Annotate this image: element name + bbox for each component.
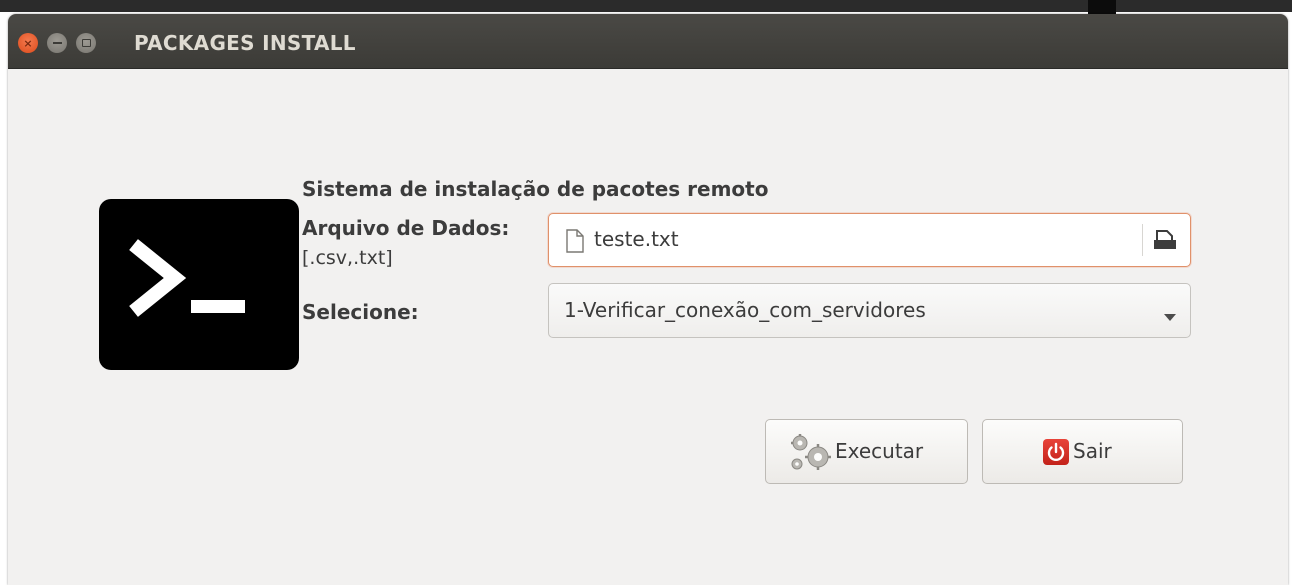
file-label: Arquivo de Dados:: [302, 216, 510, 240]
window-title: PACKAGES INSTALL: [134, 31, 356, 55]
select-label: Selecione:: [302, 300, 419, 324]
folder-open-icon[interactable]: [1152, 228, 1178, 252]
file-icon: [564, 228, 586, 254]
desktop-background-accent: [1088, 0, 1116, 14]
window-maximize-button[interactable]: [76, 33, 96, 53]
select-value: 1-Verificar_conexão_com_servidores: [564, 298, 926, 322]
action-select[interactable]: 1-Verificar_conexão_com_servidores: [548, 283, 1191, 338]
window-titlebar[interactable]: × PACKAGES INSTALL: [8, 14, 1288, 69]
file-extension-hint: [.csv,.txt]: [302, 247, 393, 269]
close-icon: ×: [23, 36, 33, 50]
maximize-icon: [81, 39, 91, 47]
terminal-prompt-icon: [99, 199, 299, 370]
executar-button[interactable]: Executar: [765, 419, 968, 484]
form-heading: Sistema de instalação de pacotes remoto: [302, 177, 769, 201]
app-window: × PACKAGES INSTALL Sistema de instalação…: [8, 14, 1288, 585]
power-icon: [1043, 439, 1069, 465]
minimize-icon: [52, 42, 62, 44]
window-minimize-button[interactable]: [47, 33, 67, 53]
window-close-button[interactable]: ×: [18, 33, 38, 53]
chooser-separator: [1142, 224, 1143, 256]
chevron-down-icon: [1164, 307, 1176, 321]
selected-file-name: teste.txt: [594, 227, 679, 251]
file-chooser-button[interactable]: teste.txt: [548, 213, 1191, 267]
gears-icon: [788, 433, 832, 473]
executar-label: Executar: [835, 439, 924, 463]
sair-label: Sair: [1073, 439, 1112, 463]
sair-button[interactable]: Sair: [982, 419, 1183, 484]
